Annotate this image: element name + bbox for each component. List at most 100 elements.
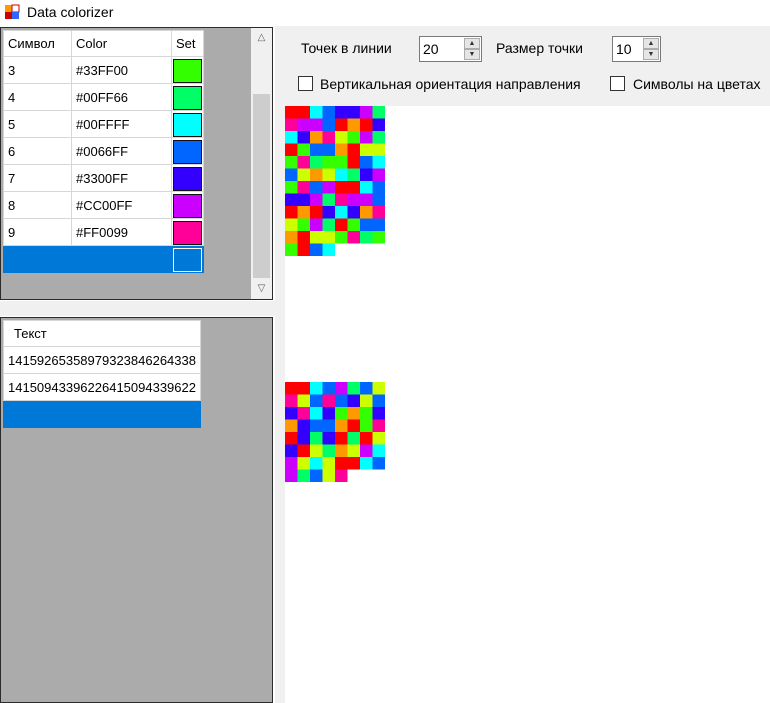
- text-cell[interactable]: 14150943396226415094339622: [3, 373, 201, 401]
- table-row[interactable]: 3 #33FF00: [3, 56, 204, 84]
- color-swatch[interactable]: [173, 220, 202, 245]
- scroll-down-icon[interactable]: ▽: [251, 279, 272, 299]
- mosaic-cell: [310, 457, 323, 470]
- symbol-cell[interactable]: 3: [3, 56, 72, 84]
- color-swatch[interactable]: [173, 139, 202, 164]
- set-cell[interactable]: [171, 83, 204, 111]
- points-per-line-input[interactable]: [423, 41, 461, 57]
- table-row[interactable]: 14159265358979323846264338: [3, 346, 201, 374]
- mosaic-cell: [372, 206, 385, 219]
- table-row[interactable]: 8 #CC00FF: [3, 191, 204, 219]
- mosaic-cell: [322, 444, 335, 457]
- color-swatch[interactable]: [173, 112, 202, 137]
- mosaic-cell: [297, 181, 310, 194]
- mosaic-cell: [360, 407, 373, 420]
- symbol-cell[interactable]: 8: [3, 191, 72, 219]
- mosaic-cell: [297, 243, 310, 256]
- mosaic-cell: [322, 218, 335, 231]
- mosaic-cell: [335, 469, 348, 482]
- mosaic-cell: [285, 243, 298, 256]
- vertical-orientation-checkbox[interactable]: [298, 76, 313, 91]
- symbol-cell[interactable]: 6: [3, 137, 72, 165]
- spin-down-icon[interactable]: ▼: [643, 49, 659, 60]
- new-row-cell[interactable]: [71, 245, 172, 273]
- color-swatch[interactable]: [173, 85, 202, 110]
- point-size-input[interactable]: [616, 41, 644, 57]
- column-header-color[interactable]: Color: [71, 30, 172, 57]
- mosaic-cell: [285, 231, 298, 244]
- symbol-cell[interactable]: 9: [3, 218, 72, 246]
- color-cell[interactable]: #00FFFF: [71, 110, 172, 138]
- color-cell[interactable]: #CC00FF: [71, 191, 172, 219]
- mosaic-cell: [372, 444, 385, 457]
- mosaic-cell: [297, 131, 310, 144]
- spin-down-icon[interactable]: ▼: [464, 49, 480, 60]
- mosaic-cell: [335, 432, 348, 445]
- table-row[interactable]: 5 #00FFFF: [3, 110, 204, 138]
- table-row[interactable]: 14150943396226415094339622: [3, 373, 201, 401]
- table-row[interactable]: 6 #0066FF: [3, 137, 204, 165]
- mosaic-cell: [372, 457, 385, 470]
- mosaic-cell: [310, 432, 323, 445]
- mosaic-cell: [335, 218, 348, 231]
- set-cell[interactable]: [171, 56, 204, 84]
- color-swatch[interactable]: [173, 193, 202, 218]
- new-row[interactable]: [3, 245, 204, 273]
- mosaic-cell: [372, 394, 385, 407]
- new-row[interactable]: [3, 400, 201, 428]
- color-cell[interactable]: #0066FF: [71, 137, 172, 165]
- spin-up-icon[interactable]: ▲: [464, 38, 480, 49]
- panel-splitter[interactable]: [0, 301, 275, 316]
- symbol-cell[interactable]: 5: [3, 110, 72, 138]
- mosaic-cell: [297, 432, 310, 445]
- column-header-text[interactable]: Текст: [3, 320, 201, 347]
- color-swatch[interactable]: [173, 166, 202, 191]
- vertical-scrollbar[interactable]: △ ▽: [251, 28, 272, 299]
- set-cell[interactable]: [171, 137, 204, 165]
- spin-up-icon[interactable]: ▲: [643, 38, 659, 49]
- mosaic-cell: [285, 419, 298, 432]
- set-cell[interactable]: [171, 191, 204, 219]
- mosaic-cell: [372, 407, 385, 420]
- color-cell[interactable]: #33FF00: [71, 56, 172, 84]
- table-row[interactable]: 4 #00FF66: [3, 83, 204, 111]
- mosaic-cell: [347, 407, 360, 420]
- mosaic-cell: [310, 394, 323, 407]
- table-row[interactable]: 9 #FF0099: [3, 218, 204, 246]
- text-table: Текст 14159265358979323846264338 14150943…: [3, 320, 201, 428]
- color-swatch[interactable]: [173, 58, 202, 83]
- color-cell[interactable]: #3300FF: [71, 164, 172, 192]
- column-header-symbol[interactable]: Символ: [3, 30, 72, 57]
- mosaic-cell: [322, 231, 335, 244]
- mosaic-cell: [297, 382, 310, 395]
- mosaic-cell: [322, 419, 335, 432]
- mosaic-cell: [347, 444, 360, 457]
- table-row[interactable]: 7 #3300FF: [3, 164, 204, 192]
- column-header-set[interactable]: Set: [171, 30, 204, 57]
- mosaic-cell: [347, 156, 360, 169]
- mosaic-cell: [347, 457, 360, 470]
- mosaic-cell: [285, 156, 298, 169]
- new-row-cell[interactable]: [3, 400, 201, 428]
- mosaic-cell: [285, 469, 298, 482]
- symbol-cell[interactable]: 4: [3, 83, 72, 111]
- set-cell[interactable]: [171, 110, 204, 138]
- window-title: Data colorizer: [27, 4, 114, 20]
- text-cell[interactable]: 14159265358979323846264338: [3, 346, 201, 374]
- scroll-up-icon[interactable]: △: [251, 28, 272, 48]
- symbol-cell[interactable]: 7: [3, 164, 72, 192]
- point-size-stepper[interactable]: ▲ ▼: [612, 36, 661, 62]
- color-swatch[interactable]: [173, 247, 202, 272]
- mosaic-cell: [372, 143, 385, 156]
- color-cell[interactable]: #FF0099: [71, 218, 172, 246]
- scrollbar-thumb[interactable]: [253, 94, 270, 278]
- points-per-line-stepper[interactable]: ▲ ▼: [419, 36, 482, 62]
- symbols-on-colors-checkbox[interactable]: [610, 76, 625, 91]
- color-cell[interactable]: #00FF66: [71, 83, 172, 111]
- new-row-cell[interactable]: [3, 245, 72, 273]
- mosaic-cell: [310, 181, 323, 194]
- set-cell[interactable]: [171, 218, 204, 246]
- new-row-cell[interactable]: [171, 245, 204, 273]
- mosaic-cell: [360, 131, 373, 144]
- set-cell[interactable]: [171, 164, 204, 192]
